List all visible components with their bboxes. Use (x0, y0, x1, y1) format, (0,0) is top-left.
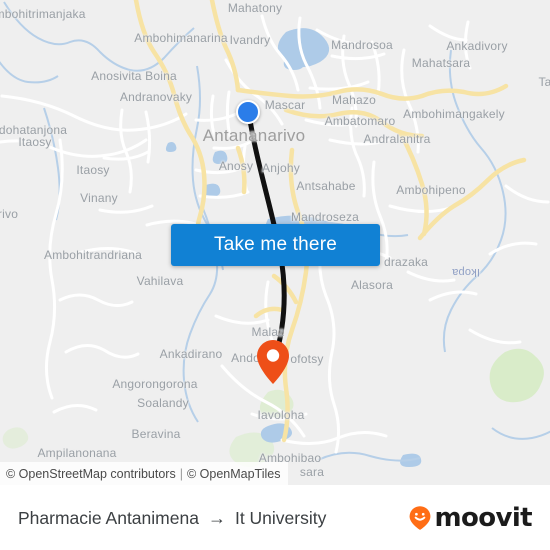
moovit-wordmark: moovit (434, 503, 532, 533)
attribution-osm[interactable]: © OpenStreetMap contributors (6, 467, 176, 481)
map-canvas[interactable]: AmbohitrimanjakaMahatonyAmbohimanarinaIv… (0, 0, 550, 485)
destination-pin-icon (257, 340, 289, 384)
moovit-brand-logo[interactable]: moovit (408, 503, 533, 533)
attribution-separator: | (179, 466, 183, 481)
destination-pin-marker[interactable] (256, 339, 290, 385)
footer-bar: Pharmacie Antanimena → It University moo… (0, 485, 550, 550)
attribution-tiles[interactable]: © OpenMapTiles (187, 467, 281, 481)
map-attribution: © OpenStreetMap contributors | © OpenMap… (0, 462, 289, 485)
moovit-smiley-pin-icon (410, 506, 431, 530)
arrow-right-icon: → (207, 508, 226, 528)
map-screenshot-root: AmbohitrimanjakaMahatonyAmbohimanarinaIv… (0, 0, 550, 550)
trip-origin-label: Pharmacie Antanimena (18, 507, 199, 528)
trip-summary: Pharmacie Antanimena → It University (18, 508, 326, 529)
trip-destination-label: It University (234, 507, 327, 528)
origin-dot-marker[interactable] (236, 100, 260, 124)
take-me-there-button[interactable]: Take me there (171, 224, 380, 266)
